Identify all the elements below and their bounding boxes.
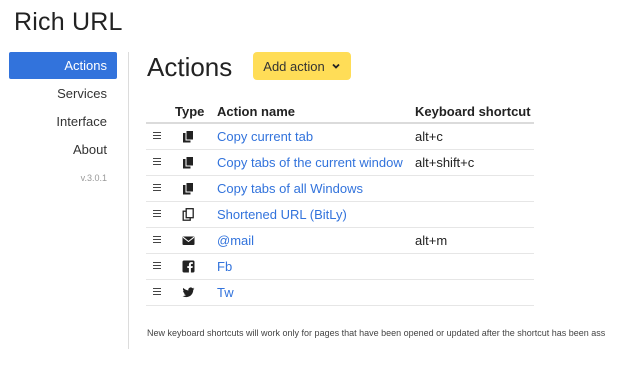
action-shortcut: alt+m [415, 233, 448, 248]
version-label: v.3.0.1 [80, 173, 107, 183]
copy-outline-icon [182, 208, 194, 221]
drag-handle-icon[interactable] [153, 234, 161, 245]
table-row: Tw [146, 280, 534, 306]
chevron-down-icon [332, 63, 340, 69]
sidebar-item-about[interactable]: About [9, 136, 117, 163]
header-action-name: Action name [217, 103, 296, 119]
copy-icon [183, 130, 194, 143]
drag-handle-icon[interactable] [153, 130, 161, 141]
table-header: Type Action name Keyboard shortcut [146, 100, 534, 124]
table-row: Copy tabs of the current window alt+shif… [146, 150, 534, 176]
action-name-link[interactable]: Tw [217, 285, 415, 300]
header-type: Type [175, 103, 205, 119]
add-action-label: Add action [263, 58, 325, 74]
drag-handle-icon[interactable] [153, 260, 161, 271]
add-action-button[interactable]: Add action [253, 52, 351, 80]
copy-icon [183, 182, 194, 195]
action-name-link[interactable]: Copy tabs of the current window [217, 155, 415, 170]
sidebar: Actions Services Interface About v.3.0.1 [9, 52, 117, 183]
drag-handle-icon[interactable] [153, 156, 161, 167]
sidebar-item-actions[interactable]: Actions [9, 52, 117, 79]
twitter-icon [182, 287, 195, 298]
action-name-link[interactable]: Shortened URL (BitLy) [217, 207, 415, 222]
table-row: Shortened URL (BitLy) [146, 202, 534, 228]
action-name-link[interactable]: Copy tabs of all Windows [217, 181, 415, 196]
page-title: Actions [147, 52, 233, 82]
facebook-icon [182, 260, 195, 273]
action-name-link[interactable]: @mail [217, 233, 415, 248]
action-shortcut: alt+shift+c [415, 155, 475, 170]
action-shortcut: alt+c [415, 129, 443, 144]
action-name-link[interactable]: Copy current tab [217, 129, 415, 144]
drag-handle-icon[interactable] [153, 286, 161, 297]
copy-icon [183, 156, 194, 169]
sidebar-item-interface[interactable]: Interface [9, 108, 117, 135]
table-row: Copy tabs of all Windows [146, 176, 534, 202]
actions-table: Type Action name Keyboard shortcut Copy … [146, 100, 534, 306]
table-row: Copy current tab alt+c [146, 124, 534, 150]
drag-handle-icon[interactable] [153, 208, 161, 219]
action-name-link[interactable]: Fb [217, 259, 415, 274]
table-row: @mail alt+m [146, 228, 534, 254]
sidebar-item-services[interactable]: Services [9, 80, 117, 107]
sidebar-divider [128, 52, 129, 349]
header-keyboard-shortcut: Keyboard shortcut [415, 103, 531, 119]
table-row: Fb [146, 254, 534, 280]
app-title: Rich URL [14, 8, 123, 36]
envelope-icon [182, 236, 195, 245]
shortcut-footnote: New keyboard shortcuts will work only fo… [147, 328, 606, 338]
drag-handle-icon[interactable] [153, 182, 161, 193]
